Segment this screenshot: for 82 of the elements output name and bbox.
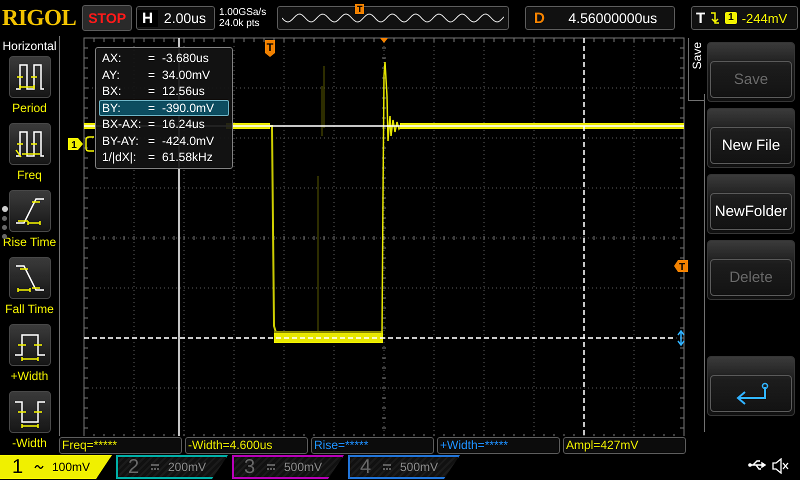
readout-row[interactable]: BY: = -390.0mV xyxy=(99,100,229,116)
trigger-position-icon xyxy=(380,38,388,43)
brand-logo: RIGOL xyxy=(2,5,76,31)
channel-tab[interactable]: 4 500mV xyxy=(348,455,460,479)
speaker-muted-icon xyxy=(772,458,790,474)
readout-value: -390.0mV xyxy=(162,100,216,115)
trigger-source-badge: 1 xyxy=(725,12,737,24)
menu-title: Horizontal xyxy=(2,39,57,53)
readout-row[interactable]: AY: = 34.00mV xyxy=(99,66,229,83)
measurement-readout: Freq=***** xyxy=(59,437,182,454)
cursor-arrow-icon xyxy=(677,330,685,346)
channel-tab[interactable]: 2 200mV xyxy=(116,455,228,479)
equals-sign: = xyxy=(148,68,156,82)
page-dot[interactable] xyxy=(2,225,7,230)
readout-value: 12.56us xyxy=(162,84,206,98)
readout-row[interactable]: BY-AY: = -424.0mV xyxy=(99,132,229,149)
equals-sign: = xyxy=(148,100,156,115)
trigger-label: T xyxy=(696,10,706,26)
readout-label: BX: xyxy=(102,84,122,98)
readout-value: -3.680us xyxy=(162,51,210,66)
menu-title: Save xyxy=(690,42,704,70)
channel-tab[interactable]: 3 500mV xyxy=(232,455,344,479)
trigger-position-marker: T xyxy=(354,4,364,14)
equals-sign: = xyxy=(148,51,156,66)
page-dot[interactable] xyxy=(2,234,7,239)
sample-rate: 1.00GSa/s xyxy=(218,7,268,18)
back-button[interactable] xyxy=(707,356,795,416)
ac-coupling-icon xyxy=(34,463,44,471)
channel-scale: 100mV xyxy=(52,460,90,474)
dc-coupling-icon xyxy=(266,463,276,471)
dc-coupling-icon xyxy=(150,463,160,471)
readout-label: BY-AY: xyxy=(102,134,140,148)
timebase-label: H xyxy=(137,10,158,26)
readout-label: BY: xyxy=(102,100,122,115)
readout-row[interactable]: BX: = 12.56us xyxy=(99,83,229,100)
readout-row[interactable]: BX-AX: = 16.24us xyxy=(99,116,229,132)
trigger-level-marker[interactable]: T xyxy=(674,260,688,273)
page-dot[interactable] xyxy=(2,216,7,221)
equals-sign: = xyxy=(148,134,156,148)
timebase-value: 2.00us xyxy=(162,10,207,26)
readout-label: AX: xyxy=(102,51,122,66)
cursor-line[interactable] xyxy=(583,38,585,436)
channel-number: 2 xyxy=(128,456,140,478)
trigger-level: -244mV xyxy=(742,10,788,26)
delay-label: D xyxy=(532,10,546,26)
delay-panel[interactable]: D 4.56000000us xyxy=(524,6,675,30)
trigger-marker: T xyxy=(265,40,275,57)
channel-scale: 500mV xyxy=(284,460,322,474)
channel-scale: 500mV xyxy=(400,460,438,474)
menu-button[interactable]: NewFolder xyxy=(707,174,795,234)
readout-value: 16.24us xyxy=(162,117,206,132)
equals-sign: = xyxy=(148,117,156,132)
readout-label: 1/|dX|: xyxy=(102,150,138,164)
channel-number: 1 xyxy=(12,456,24,478)
readout-value: -424.0mV xyxy=(162,134,216,148)
run-stop-button[interactable]: STOP xyxy=(82,5,132,31)
usb-icon xyxy=(748,458,768,472)
channel-number: 3 xyxy=(244,456,256,478)
equals-sign: = xyxy=(148,150,156,164)
measurement-readout: Rise=***** xyxy=(311,437,434,454)
readout-value: 34.00mV xyxy=(162,68,212,82)
readout-row[interactable]: AX: = -3.680us xyxy=(99,50,229,66)
cursor-line[interactable] xyxy=(84,337,676,339)
channel-tab[interactable]: 1 100mV xyxy=(0,455,112,479)
readout-value: 61.58kHz xyxy=(162,150,214,164)
trigger-panel[interactable]: T 1 -244mV xyxy=(690,6,798,30)
dc-coupling-icon xyxy=(382,463,392,471)
channel-number: 4 xyxy=(360,456,372,478)
falling-edge-icon xyxy=(710,11,720,25)
readout-label: BX-AX: xyxy=(102,117,142,132)
measurement-readout: Ampl=427mV xyxy=(563,437,686,454)
page-dot[interactable] xyxy=(2,206,8,212)
measurement-readout: +Width=***** xyxy=(437,437,560,454)
memory-depth: 24.0k pts xyxy=(218,18,261,29)
channel-scale: 200mV xyxy=(168,460,206,474)
readout-label: AY: xyxy=(102,68,121,82)
measurement-readout: -Width=4.600us xyxy=(185,437,308,454)
timebase-panel[interactable]: H 2.00us xyxy=(136,6,215,30)
menu-button[interactable]: New File xyxy=(707,108,795,168)
equals-sign: = xyxy=(148,84,156,98)
readout-row[interactable]: 1/|dX|: = 61.58kHz xyxy=(99,149,229,166)
delay-value: 4.56000000us xyxy=(567,10,658,26)
